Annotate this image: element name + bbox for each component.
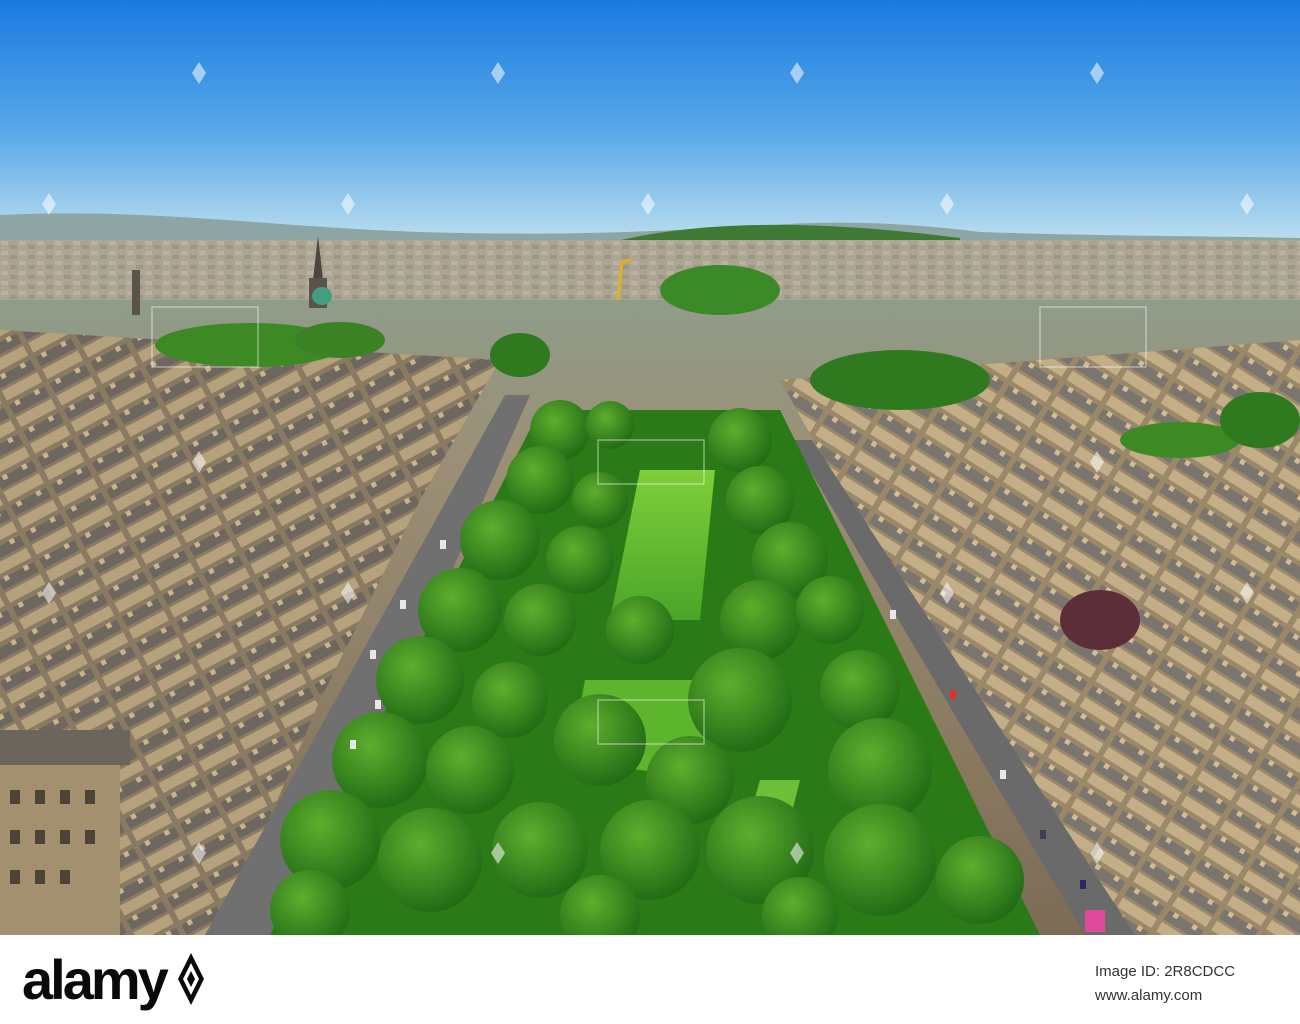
alamy-logo-mark-icon	[178, 953, 204, 1005]
footer-bar: alamy Image ID: 2R8CDCC www.alamy.com	[0, 935, 1300, 1024]
aerial-photo	[0, 0, 1300, 935]
site-url-link[interactable]: www.alamy.com	[1095, 987, 1202, 1004]
alamy-logo[interactable]: alamy	[22, 947, 169, 1013]
image-id-label: Image ID: 2R8CDCC	[1095, 963, 1236, 980]
photo-frame: alamy Image ID: 2R8CDCC www.alamy.com	[0, 0, 1300, 1024]
